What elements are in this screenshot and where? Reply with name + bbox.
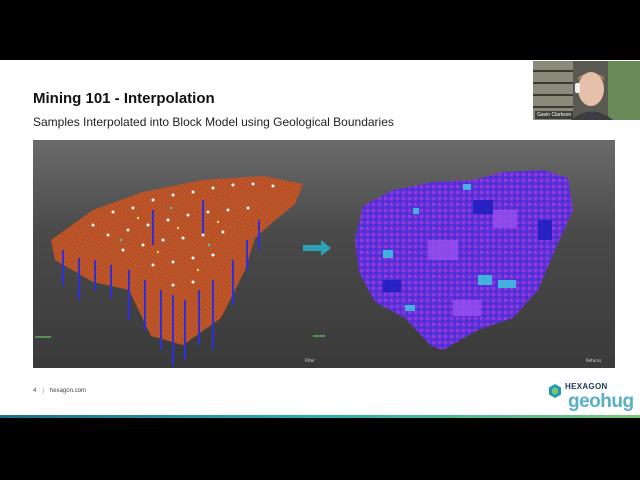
viewport-graphics	[35, 170, 573, 366]
slide-subtitle: Samples Interpolated into Block Model us…	[33, 115, 394, 129]
presenter-webcam: Gavin Clarkson	[533, 61, 640, 120]
3d-model-viewport[interactable]: Filter Returns	[33, 140, 615, 368]
footer-separator: |	[42, 388, 44, 394]
block-model	[355, 170, 573, 350]
accent-bar	[0, 415, 640, 418]
logo-event: geohug	[568, 391, 634, 412]
drillhole-model	[51, 176, 303, 366]
logo-brand: HEXAGON	[565, 382, 608, 391]
slide-title: Mining 101 - Interpolation	[33, 90, 215, 107]
slide-footer: 4 | hexagon.com	[33, 388, 86, 394]
hexagon-icon	[549, 384, 561, 398]
footer-url: hexagon.com	[49, 388, 86, 394]
page-number: 4	[33, 388, 37, 394]
presenter-name: Gavin Clarkson	[535, 111, 574, 119]
viewport-left-label: Filter	[305, 358, 315, 363]
transition-arrow-icon	[303, 240, 331, 256]
viewport-right-label: Returns	[586, 358, 602, 363]
